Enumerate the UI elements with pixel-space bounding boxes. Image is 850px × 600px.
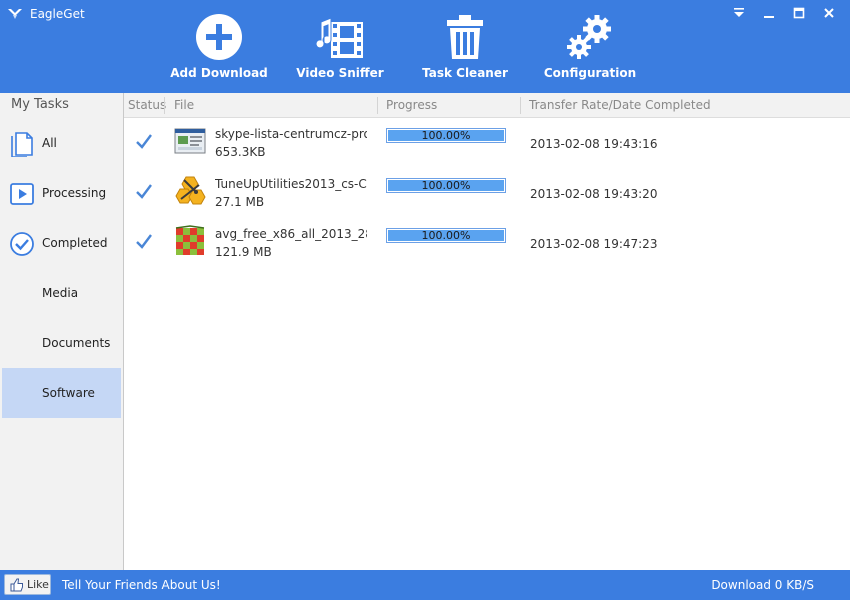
completed-date: 2013-02-08 19:47:23 — [530, 237, 658, 251]
table-row[interactable]: TuneUpUtilities2013_cs-CZ.ex 27.1 MB 100… — [124, 168, 850, 218]
column-header-status[interactable]: Status — [124, 93, 166, 118]
completed-date: 2013-02-08 19:43:16 — [530, 137, 658, 151]
progress-text: 100.00% — [421, 229, 471, 242]
sidebar-item-label: Completed — [42, 236, 108, 250]
like-button[interactable]: Like — [4, 574, 51, 595]
sidebar-item-software[interactable]: Software — [2, 368, 121, 418]
sidebar-item-label: All — [42, 136, 57, 150]
download-speed: Download 0 KB/S — [711, 578, 814, 592]
column-separator[interactable] — [377, 97, 378, 114]
sidebar-item-label: Media — [42, 286, 79, 300]
sidebar-item-processing[interactable]: Processing — [0, 168, 123, 218]
table-row[interactable]: skype-lista-centrumcz-pro-ir 653.3KB 100… — [124, 118, 850, 168]
add-download-label: Add Download — [170, 66, 268, 80]
close-button[interactable] — [814, 3, 844, 23]
maximize-icon — [793, 7, 805, 19]
minimize-button[interactable] — [754, 3, 784, 23]
progress-text: 100.00% — [421, 129, 471, 142]
sidebar-item-completed[interactable]: Completed — [0, 218, 123, 268]
sidebar-title: My Tasks — [11, 97, 69, 112]
file-name: TuneUpUtilities2013_cs-CZ.ex — [215, 177, 367, 191]
file-size: 653.3KB — [215, 145, 266, 159]
progress-text: 100.00% — [421, 179, 471, 192]
video-sniffer-label: Video Sniffer — [296, 66, 384, 80]
tell-friends-link[interactable]: Tell Your Friends About Us! — [62, 570, 221, 600]
installer-window-icon — [174, 128, 206, 154]
completed-check-icon — [136, 234, 152, 249]
column-separator[interactable] — [520, 97, 521, 114]
app-title-bar: EagleGet — [8, 5, 85, 23]
task-table-header: Status File Progress Transfer Rate/Date … — [124, 93, 850, 118]
task-cleaner-label: Task Cleaner — [422, 66, 508, 80]
video-sniffer-button[interactable]: Video Sniffer — [285, 12, 395, 87]
sidebar-item-documents[interactable]: Documents — [0, 318, 123, 368]
column-header-file[interactable]: File — [170, 93, 376, 118]
minimize-icon — [764, 16, 774, 18]
sidebar-item-label: Documents — [42, 336, 111, 350]
maximize-button[interactable] — [784, 3, 814, 23]
menu-icon — [734, 8, 744, 17]
menu-button[interactable] — [724, 3, 754, 23]
sidebar-item-label: Processing — [42, 186, 107, 200]
file-size: 121.9 MB — [215, 245, 272, 259]
play-icon — [10, 183, 34, 205]
progress-bar: 100.00% — [386, 178, 506, 193]
sidebar: My Tasks All Processing Completed Media … — [0, 93, 124, 570]
task-cleaner-button[interactable]: Task Cleaner — [410, 12, 520, 87]
progress-bar: 100.00% — [386, 128, 506, 143]
status-bar: Like Tell Your Friends About Us! Downloa… — [0, 570, 850, 600]
add-download-button[interactable]: Add Download — [164, 12, 274, 87]
thumbs-up-icon — [10, 578, 23, 591]
column-header-progress[interactable]: Progress — [382, 93, 518, 118]
document-icon — [11, 132, 33, 157]
title-toolbar-area: EagleGet Add Download Video Sniffer Task… — [0, 0, 850, 93]
completed-check-icon — [136, 134, 152, 149]
add-download-icon — [196, 14, 242, 60]
column-header-transfer-rate[interactable]: Transfer Rate/Date Completed — [525, 93, 805, 118]
check-circle-icon — [10, 232, 34, 256]
configuration-button[interactable]: Configuration — [535, 12, 645, 87]
file-name: avg_free_x86_all_2013_2897a6 — [215, 227, 367, 241]
sidebar-item-all[interactable]: All — [0, 118, 123, 168]
window-controls — [724, 3, 844, 23]
trash-icon — [447, 15, 483, 59]
file-name: skype-lista-centrumcz-pro-ir — [215, 127, 367, 141]
tuneup-icon — [175, 176, 206, 205]
app-title: EagleGet — [30, 7, 85, 21]
close-icon — [824, 8, 834, 18]
column-separator[interactable] — [164, 97, 165, 114]
gears-icon — [567, 15, 611, 59]
eagle-logo-icon — [8, 9, 22, 19]
progress-bar: 100.00% — [386, 228, 506, 243]
avg-icon — [175, 225, 205, 255]
sidebar-item-media[interactable]: Media — [0, 268, 123, 318]
completed-check-icon — [136, 184, 152, 199]
table-row[interactable]: avg_free_x86_all_2013_2897a6 121.9 MB 10… — [124, 218, 850, 268]
completed-date: 2013-02-08 19:43:20 — [530, 187, 658, 201]
sidebar-item-label: Software — [42, 386, 95, 400]
task-list: skype-lista-centrumcz-pro-ir 653.3KB 100… — [124, 118, 850, 570]
configuration-label: Configuration — [543, 66, 637, 80]
file-size: 27.1 MB — [215, 195, 265, 209]
like-label: Like — [27, 578, 49, 591]
video-sniffer-icon — [315, 17, 363, 58]
